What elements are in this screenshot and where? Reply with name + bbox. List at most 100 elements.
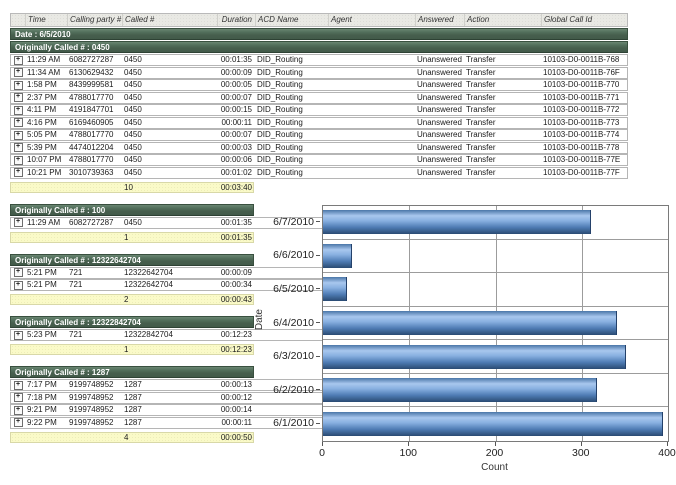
expand-row-icon[interactable]: + bbox=[14, 106, 23, 115]
call-report-page: Time Calling party # Called # Duration A… bbox=[0, 0, 676, 485]
table-row: +10:07 PM4788017770045000:00:06DID_Routi… bbox=[10, 154, 628, 166]
table-row: +10:21 PM3010739363045000:01:02DID_Routi… bbox=[10, 167, 628, 179]
group-band: Originally Called # : 100 bbox=[10, 204, 254, 216]
expand-cell: + bbox=[11, 393, 25, 402]
calls-by-date-chart: Date 6/7/20106/6/20106/5/20106/4/20106/3… bbox=[252, 199, 674, 485]
y-tick-text: 6/1/2010 bbox=[273, 417, 314, 429]
y-tick-label: 6/3/2010 bbox=[262, 339, 320, 373]
expand-cell: + bbox=[11, 56, 25, 65]
expand-row-icon[interactable]: + bbox=[14, 143, 23, 152]
summary-duration: 00:01:35 bbox=[217, 232, 255, 243]
expand-row-icon[interactable]: + bbox=[14, 331, 23, 340]
expand-row-icon[interactable]: + bbox=[14, 268, 23, 277]
header-time[interactable]: Time bbox=[25, 14, 67, 26]
expand-row-icon[interactable]: + bbox=[14, 168, 23, 177]
expand-row-icon[interactable]: + bbox=[14, 118, 23, 127]
cell-time: 5:21 PM bbox=[25, 268, 67, 278]
cell-action: Transfer bbox=[464, 155, 541, 165]
y-tick-label: 6/6/2010 bbox=[262, 239, 320, 273]
cell-called: 0450 bbox=[122, 155, 217, 165]
cell-called: 0450 bbox=[122, 105, 217, 115]
cell-called: 0450 bbox=[122, 218, 217, 228]
group-band: Originally Called # : 1287 bbox=[10, 366, 254, 378]
cell-time: 9:22 PM bbox=[25, 418, 67, 428]
cell-time: 10:21 PM bbox=[25, 168, 67, 178]
expand-row-icon[interactable]: + bbox=[14, 406, 23, 415]
bar-6/7/2010 bbox=[323, 210, 591, 234]
expand-row-icon[interactable]: + bbox=[14, 418, 23, 427]
header-answered[interactable]: Answered bbox=[415, 14, 464, 26]
bar-6/6/2010 bbox=[323, 244, 352, 268]
y-tick-text: 6/7/2010 bbox=[273, 216, 314, 228]
cell-action: Transfer bbox=[464, 68, 541, 78]
expand-row-icon[interactable]: + bbox=[14, 93, 23, 102]
cell-global_call_id: 10103-D0-0011B-76F bbox=[541, 68, 629, 78]
header-global-call-id[interactable]: Global Call Id bbox=[541, 14, 629, 26]
cell-global_call_id: 10103-D0-0011B-768 bbox=[541, 55, 629, 65]
cell-duration: 00:00:14 bbox=[217, 405, 255, 415]
cell-duration: 00:00:07 bbox=[217, 93, 255, 103]
expand-row-icon[interactable]: + bbox=[14, 81, 23, 90]
cell-duration: 00:00:12 bbox=[217, 393, 255, 403]
chart-x-axis-title: Count bbox=[322, 462, 667, 473]
cell-calling_party: 4474012204 bbox=[67, 143, 122, 153]
cell-time: 5:21 PM bbox=[25, 280, 67, 290]
expand-row-icon[interactable]: + bbox=[14, 381, 23, 390]
group-band: Originally Called # : 12322642704 bbox=[10, 254, 254, 266]
expand-row-icon[interactable]: + bbox=[14, 393, 23, 402]
summary-duration: 00:03:40 bbox=[217, 182, 255, 193]
cell-time: 2:37 PM bbox=[25, 93, 67, 103]
cell-answered: Unanswered bbox=[415, 68, 464, 78]
y-tick-mark bbox=[316, 356, 320, 357]
expand-cell: + bbox=[11, 118, 25, 127]
cell-action: Transfer bbox=[464, 93, 541, 103]
y-tick-mark bbox=[316, 288, 320, 289]
cell-global_call_id: 10103-D0-0011B-77F bbox=[541, 168, 629, 178]
expand-cell: + bbox=[11, 331, 25, 340]
cell-called: 1287 bbox=[122, 405, 217, 415]
group-rows: +11:29 AM6082727287045000:01:35DID_Routi… bbox=[10, 54, 628, 179]
cell-calling_party: 6130629432 bbox=[67, 68, 122, 78]
cell-time: 5:23 PM bbox=[25, 330, 67, 340]
cell-acd_name: DID_Routing bbox=[255, 68, 328, 78]
cell-duration: 00:00:15 bbox=[217, 105, 255, 115]
expand-row-icon[interactable]: + bbox=[14, 68, 23, 77]
expand-row-icon[interactable]: + bbox=[14, 156, 23, 165]
x-tick-mark bbox=[581, 442, 582, 446]
chart-x-tick-labels: 0100200300400 bbox=[322, 447, 667, 459]
cell-duration: 00:00:03 bbox=[217, 143, 255, 153]
cell-time: 7:17 PM bbox=[25, 380, 67, 390]
expand-row-icon[interactable]: + bbox=[14, 218, 23, 227]
table-row: +11:29 AM6082727287045000:01:35DID_Routi… bbox=[10, 54, 628, 66]
summary-count: 1 bbox=[122, 344, 217, 355]
expand-row-icon[interactable]: + bbox=[14, 131, 23, 140]
cell-called: 0450 bbox=[122, 118, 217, 128]
x-tick-label: 0 bbox=[319, 447, 325, 459]
cell-called: 1287 bbox=[122, 380, 217, 390]
bar-6/3/2010 bbox=[323, 345, 626, 369]
cell-calling_party: 9199748952 bbox=[67, 418, 122, 428]
expand-row-icon[interactable]: + bbox=[14, 56, 23, 65]
header-called[interactable]: Called # bbox=[122, 14, 217, 26]
cell-calling_party: 4788017770 bbox=[67, 130, 122, 140]
x-tick-mark bbox=[408, 442, 409, 446]
chart-band bbox=[323, 307, 668, 341]
cell-answered: Unanswered bbox=[415, 130, 464, 140]
expand-row-icon[interactable]: + bbox=[14, 281, 23, 290]
header-duration[interactable]: Duration bbox=[217, 14, 255, 26]
header-action[interactable]: Action bbox=[464, 14, 541, 26]
header-calling-party[interactable]: Calling party # bbox=[67, 14, 122, 26]
y-tick-mark bbox=[316, 322, 320, 323]
cell-time: 5:39 PM bbox=[25, 143, 67, 153]
header-acd-name[interactable]: ACD Name bbox=[255, 14, 328, 26]
expand-cell: + bbox=[11, 218, 25, 227]
cell-acd_name: DID_Routing bbox=[255, 105, 328, 115]
cell-duration: 00:00:09 bbox=[217, 68, 255, 78]
expand-cell: + bbox=[11, 406, 25, 415]
x-tick-label: 100 bbox=[399, 447, 417, 459]
header-agent[interactable]: Agent bbox=[328, 14, 415, 26]
chart-band bbox=[323, 273, 668, 307]
y-tick-label: 6/5/2010 bbox=[262, 272, 320, 306]
cell-duration: 00:00:13 bbox=[217, 380, 255, 390]
expand-cell: + bbox=[11, 268, 25, 277]
